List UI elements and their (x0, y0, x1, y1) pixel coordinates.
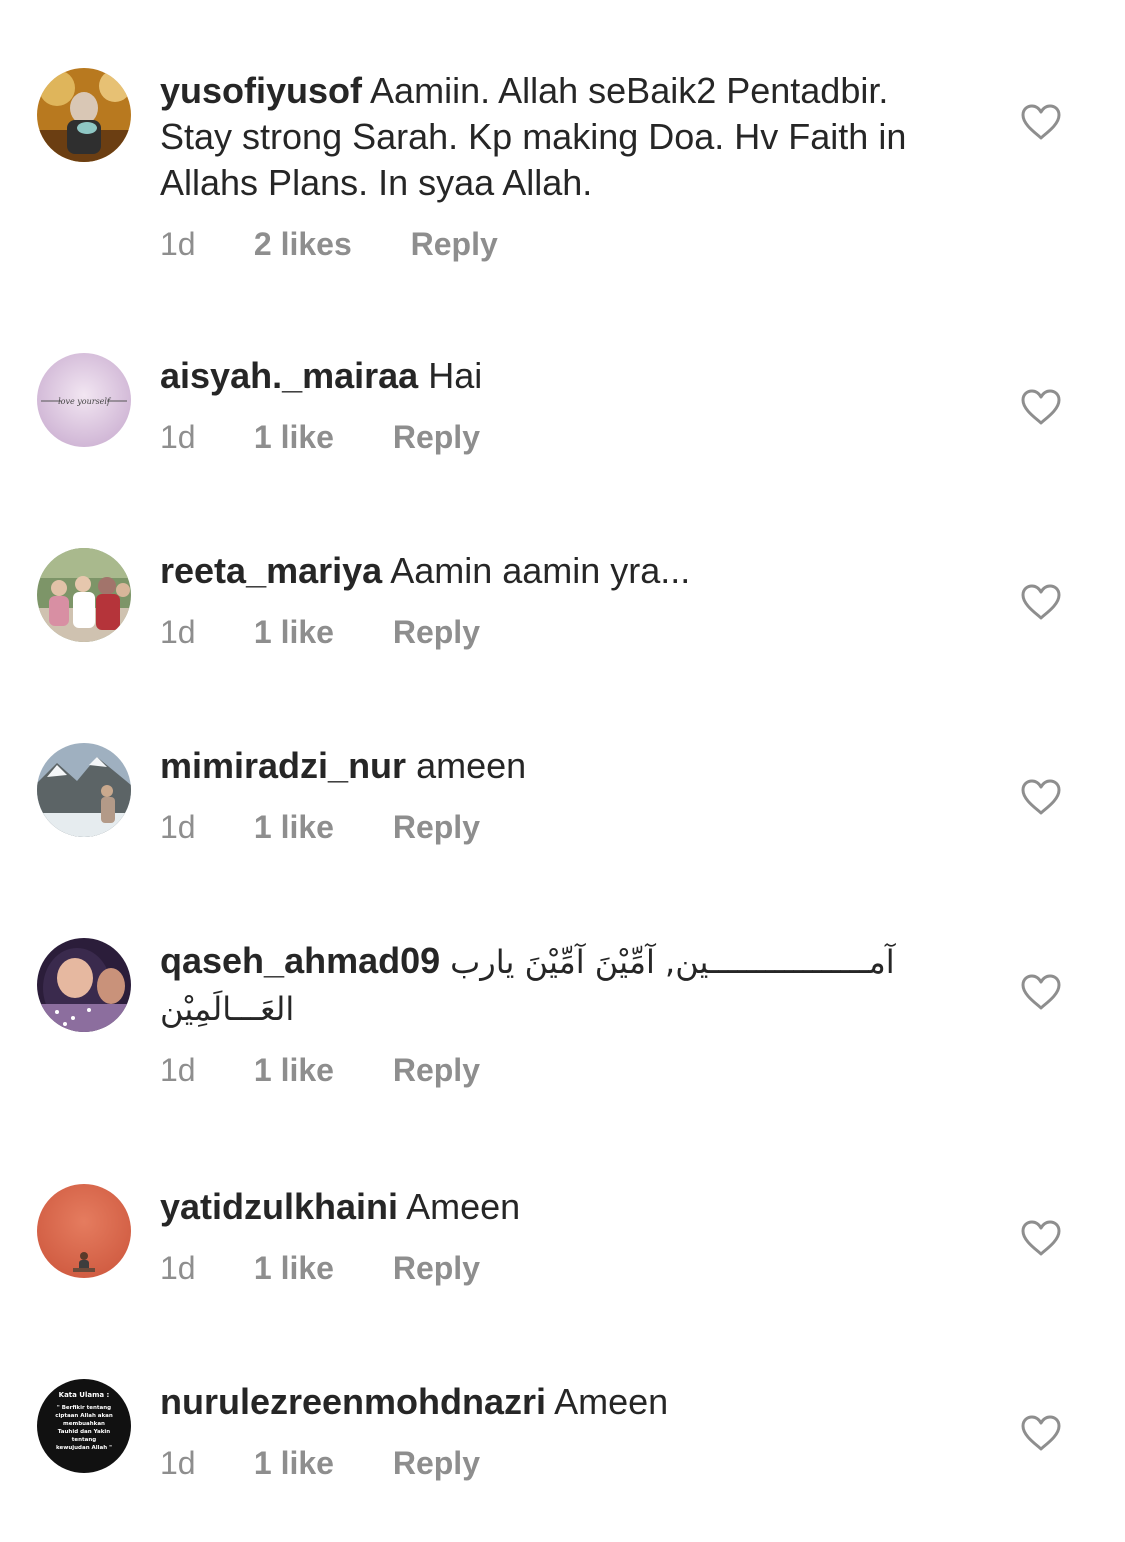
comment-text: aisyah._mairaa Hai (160, 353, 950, 399)
comment-time: 1d (160, 226, 196, 262)
comment-username[interactable]: qaseh_ahmad09 (160, 940, 440, 981)
avatar-image: love yourself (37, 353, 131, 447)
comment-time: 1d (160, 809, 196, 845)
heart-outline-icon[interactable] (1020, 1414, 1062, 1452)
heart-outline-icon[interactable] (1020, 973, 1062, 1011)
comment-meta: 1d 1 like Reply (160, 612, 950, 652)
comment-meta: 1d 1 like Reply (160, 417, 950, 457)
comment-message: Ameen (406, 1186, 521, 1227)
comment-time: 1d (160, 419, 196, 455)
comment-text: nurulezreenmohdnazri Ameen (160, 1379, 950, 1425)
likes-count[interactable]: 2 likes (254, 224, 352, 264)
avatar[interactable] (37, 1184, 131, 1278)
avatar[interactable]: love yourself (37, 353, 131, 447)
reply-button[interactable]: Reply (411, 224, 498, 264)
comment-message: Aamin aamin yra... (390, 550, 691, 591)
comment-meta: 1d 2 likes Reply (160, 224, 950, 264)
avatar-image (37, 938, 131, 1032)
comment-username[interactable]: yatidzulkhaini (160, 1186, 398, 1227)
avatar-quote-line: kewujudan Allah " (56, 1445, 112, 1451)
comment-meta: 1d 1 like Reply (160, 1248, 950, 1288)
avatar-quote-line: Tauhid dan Yakin (58, 1429, 111, 1435)
heart-outline-icon[interactable] (1020, 583, 1062, 621)
avatar-quote-line: membuahkan (63, 1421, 105, 1427)
comment-time: 1d (160, 1250, 196, 1286)
comment-username[interactable]: mimiradzi_nur (160, 745, 406, 786)
reply-button[interactable]: Reply (393, 417, 480, 457)
comment-meta: 1d 1 like Reply (160, 807, 950, 847)
comment-message: ameen (416, 745, 527, 786)
likes-count[interactable]: 1 like (254, 1248, 334, 1288)
avatar-quote-line: ciptaan Allah akan (55, 1413, 113, 1419)
heart-outline-icon[interactable] (1020, 388, 1062, 426)
comment-text: reeta_mariya Aamin aamin yra... (160, 548, 950, 594)
avatar[interactable]: Kata Ulama : " Berfikir tentang ciptaan … (37, 1379, 131, 1473)
comment-text: yusofiyusof Aamiin. Allah seBaik2 Pentad… (160, 68, 950, 206)
avatar-image: Kata Ulama : " Berfikir tentang ciptaan … (37, 1379, 131, 1473)
reply-button[interactable]: Reply (393, 807, 480, 847)
comment-text: qaseh_ahmad09 آمـــــــــــــــــين, آمِ… (160, 938, 950, 1032)
heart-outline-icon[interactable] (1020, 778, 1062, 816)
comment-message: Ameen (554, 1381, 669, 1422)
avatar[interactable] (37, 548, 131, 642)
reply-button[interactable]: Reply (393, 612, 480, 652)
avatar-quote-line: tentang (72, 1437, 97, 1443)
avatar-image (37, 743, 131, 837)
comment-meta: 1d 1 like Reply (160, 1443, 950, 1483)
comment-username[interactable]: aisyah._mairaa (160, 355, 418, 396)
reply-button[interactable]: Reply (393, 1248, 480, 1288)
heart-outline-icon[interactable] (1020, 1219, 1062, 1257)
likes-count[interactable]: 1 like (254, 612, 334, 652)
comment-username[interactable]: yusofiyusof (160, 70, 362, 111)
avatar-quote-line: " Berfikir tentang (57, 1405, 111, 1411)
comment-time: 1d (160, 1052, 196, 1088)
avatar[interactable] (37, 938, 131, 1032)
comment-text: yatidzulkhaini Ameen (160, 1184, 950, 1230)
comment-meta: 1d 1 like Reply (160, 1050, 950, 1090)
comment-username[interactable]: nurulezreenmohdnazri (160, 1381, 546, 1422)
likes-count[interactable]: 1 like (254, 807, 334, 847)
comment-time: 1d (160, 1445, 196, 1481)
avatar-image (37, 1184, 131, 1278)
likes-count[interactable]: 1 like (254, 417, 334, 457)
avatar-image (37, 548, 131, 642)
likes-count[interactable]: 1 like (254, 1050, 334, 1090)
avatar-quote-line: Kata Ulama : (59, 1391, 110, 1399)
comment-message: Hai (428, 355, 483, 396)
avatar-image (37, 68, 131, 162)
comment-text: mimiradzi_nur ameen (160, 743, 950, 789)
reply-button[interactable]: Reply (393, 1050, 480, 1090)
avatar[interactable] (37, 68, 131, 162)
heart-outline-icon[interactable] (1020, 103, 1062, 141)
avatar-script-text: love yourself (58, 397, 112, 406)
reply-button[interactable]: Reply (393, 1443, 480, 1483)
comment-username[interactable]: reeta_mariya (160, 550, 382, 591)
avatar[interactable] (37, 743, 131, 837)
likes-count[interactable]: 1 like (254, 1443, 334, 1483)
comment-time: 1d (160, 614, 196, 650)
